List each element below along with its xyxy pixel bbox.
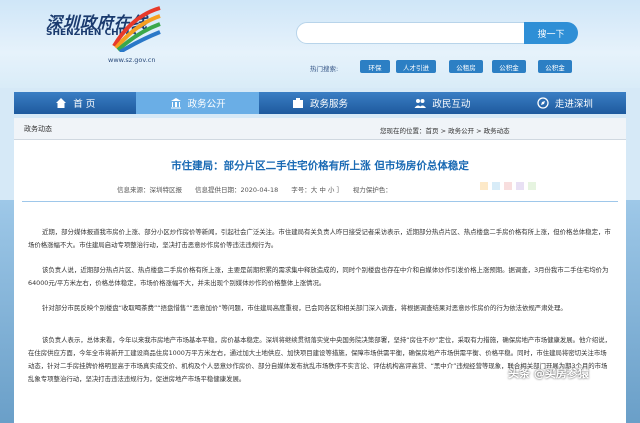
nav-about-shenzhen-label: 走进深圳: [554, 99, 593, 110]
breadcrumb[interactable]: 您现在的位置：首页 > 政务公开 > 政务动态: [380, 125, 510, 135]
site-url: www.sz.gov.cn: [108, 56, 156, 64]
hot-tag-environment[interactable]: 环保: [360, 60, 390, 73]
nav-interaction-label: 政民互动: [432, 99, 471, 110]
main-nav: 首 页 政务公开 政务服务 政民互动 走进深圳: [14, 92, 626, 114]
home-icon: [56, 98, 67, 108]
hot-tag-talent[interactable]: 人才引进: [396, 60, 436, 73]
nav-gov-service-label: 政务服务: [310, 99, 349, 110]
service-icon: [293, 98, 303, 108]
hot-tag-public-housing[interactable]: 公租房: [449, 60, 483, 73]
swatch-purple[interactable]: [516, 182, 524, 190]
nav-about-shenzhen[interactable]: 走进深圳: [504, 92, 626, 114]
title-divider: [22, 201, 618, 202]
hot-tag-fund-2[interactable]: 公积金: [538, 60, 572, 73]
article-paragraph: 近期，部分媒体报道我市房价上涨、部分小区炒作房价等新闻，引起社会广泛关注。市住建…: [28, 228, 611, 249]
search-input[interactable]: [296, 22, 526, 44]
site-header: 深圳政府在线 SHENZHEN CHINA www.sz.gov.cn 搜一下 …: [0, 0, 640, 88]
swatch-yellow[interactable]: [480, 182, 488, 190]
article-paragraph: 该负责人说，近期部分热点片区、热点楼盘二手房价格有所上涨，主要是前期积累的需求集…: [28, 266, 609, 287]
logo-wing-icon: [112, 6, 161, 52]
hot-search-label: 热门搜索:: [310, 65, 339, 73]
nav-gov-affairs-label: 政务公开: [187, 99, 226, 110]
section-bar: 政务动态 您现在的位置：首页 > 政务公开 > 政务动态: [14, 118, 626, 140]
compass-icon: [537, 97, 549, 109]
nav-home[interactable]: 首 页: [14, 92, 136, 114]
section-title: 政务动态: [24, 125, 52, 133]
article-title: 市住建局：部分片区二手住宅价格有所上涨 但市场房价总体稳定: [171, 160, 469, 172]
people-icon: [414, 99, 427, 108]
hot-tag-fund[interactable]: 公积金: [492, 60, 526, 73]
watermark: 头条 @买房参猿: [508, 367, 589, 380]
swatch-pink[interactable]: [504, 182, 512, 190]
article-paragraph: 针对部分市民反映个别楼盘“收取喝茶费”“捂盘惜售”“恶意加价”等问题，市住建局高…: [42, 304, 567, 312]
search-button[interactable]: 搜一下: [524, 22, 578, 44]
nav-gov-affairs[interactable]: 政务公开: [136, 92, 259, 114]
article-meta: 信息来源：深圳特区报 信息提供日期：2020-04-18 字号：大 中 小 ］ …: [117, 186, 392, 194]
nav-gov-service[interactable]: 政务服务: [259, 92, 381, 114]
swatch-blue[interactable]: [492, 182, 500, 190]
nav-home-label: 首 页: [73, 99, 96, 110]
government-icon: [170, 98, 181, 109]
city-skyline-right: [626, 200, 640, 423]
eye-protection-colors: [480, 182, 536, 190]
swatch-green[interactable]: [528, 182, 536, 190]
nav-interaction[interactable]: 政民互动: [381, 92, 503, 114]
city-skyline-left: [0, 200, 14, 423]
